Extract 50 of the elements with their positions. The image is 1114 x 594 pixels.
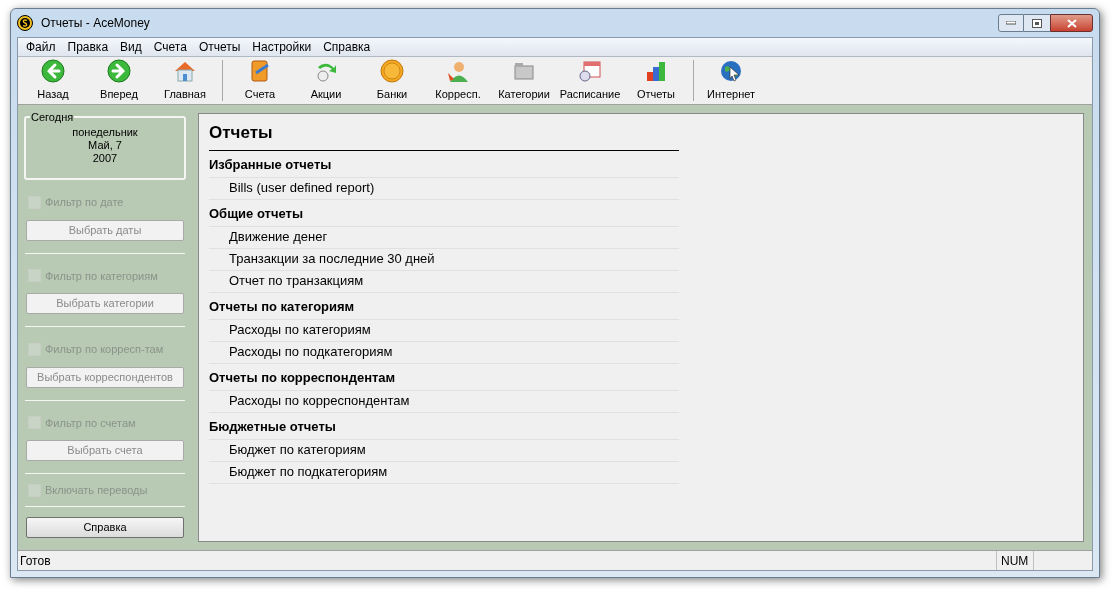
date-text: Май, 7 [88,139,122,152]
coin-icon [380,58,404,83]
report-link[interactable]: Расходы по категориям [209,319,679,342]
section-heading: Избранные отчеты [209,155,679,178]
section-heading: Общие отчеты [209,204,679,227]
close-button[interactable] [1050,14,1093,32]
menu-item[interactable]: Справка [317,38,377,56]
section-heading: Отчеты по корреспондентам [209,368,679,391]
minimize-icon [1006,21,1016,25]
window-title: Отчеты - AceMoney [41,15,150,32]
report-link[interactable]: Расходы по корреспондентам [209,390,679,413]
date-text: понедельник [72,126,138,139]
menu-item[interactable]: Отчеты [192,38,247,56]
menu-item[interactable]: Настройки [246,38,318,56]
maximize-icon [1032,18,1042,28]
toolbar-button[interactable]: Назад [20,57,86,104]
toolbar-button[interactable]: Категории [491,57,557,104]
toolbar-button[interactable]: Отчеты [623,57,689,104]
maximize-button[interactable] [1024,14,1050,32]
toolbar-button[interactable]: Главная [152,57,218,104]
toolbar-button[interactable]: Счета [227,57,293,104]
section-heading: Отчеты по категориям [209,297,679,320]
section-heading: Бюджетные отчеты [209,417,679,440]
report-link[interactable]: Расходы по подкатегориям [209,341,679,364]
report-link[interactable]: Отчет по транзакциям [209,270,679,293]
toolbar-button[interactable]: Корресп. [425,57,491,104]
num-lock-indicator: NUM [996,551,1034,570]
date-text: 2007 [92,152,118,165]
report-link[interactable]: Бюджет по подкатегориям [209,461,679,484]
app-logo-icon [17,15,33,31]
menu-item[interactable]: Счета [147,38,193,56]
report-link[interactable]: Бюджет по категориям [209,439,679,462]
report-link[interactable]: Транзакции за последние 30 дней [209,248,679,271]
menu-item[interactable]: Файл [20,38,62,56]
globe-cursor-icon [719,58,743,83]
report-link[interactable]: Движение денег [209,226,679,249]
minimize-button[interactable] [998,14,1024,32]
toolbar-button[interactable]: Расписание [557,57,623,104]
toolbar-button[interactable]: Интернет [698,57,764,104]
toolbar-button[interactable]: Вперед [86,57,152,104]
help-button[interactable]: Справка [26,516,184,538]
menu-item[interactable]: Вид [114,38,148,56]
toolbar-button[interactable]: Акции [293,57,359,104]
page-title: Отчеты [209,120,679,151]
toolbar-button[interactable]: Банки [359,57,425,104]
report-link[interactable]: Bills (user defined report) [209,177,679,200]
close-icon [1066,18,1077,28]
status-text: Готов [19,552,52,570]
menu-item[interactable]: Правка [61,38,115,56]
calendar-clock-icon [578,58,602,83]
